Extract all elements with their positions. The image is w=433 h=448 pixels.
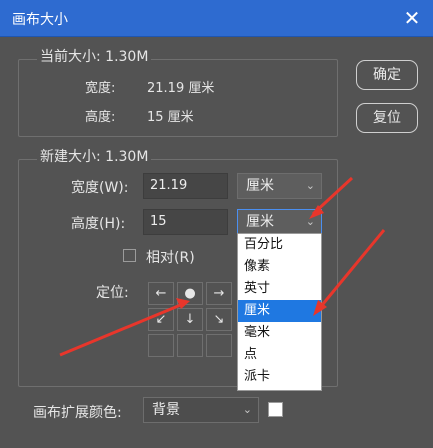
annotation-arrow-1 (309, 176, 354, 219)
annotation-arrows (59, 176, 386, 357)
annotation-arrow-2 (313, 229, 386, 316)
annotation-arrow-3 (59, 298, 190, 357)
